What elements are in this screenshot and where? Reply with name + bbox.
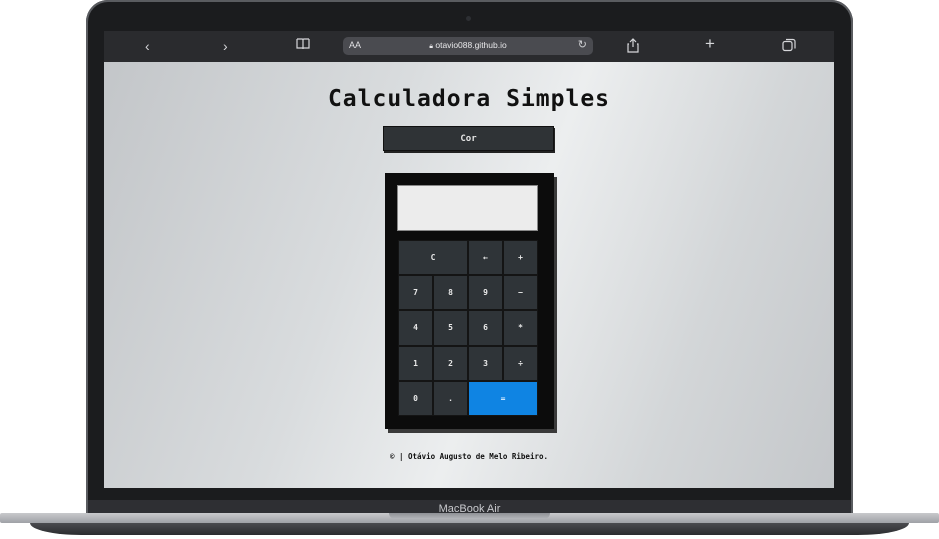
- browser-toolbar: ‹ › AA 🔒︎ otavio088.github.io ↻ +: [104, 31, 834, 62]
- equals-key[interactable]: =: [468, 380, 538, 416]
- reload-icon[interactable]: ↻: [578, 38, 587, 51]
- seven-key[interactable]: 7: [398, 275, 433, 311]
- screen: ‹ › AA 🔒︎ otavio088.github.io ↻ + Calcul…: [104, 31, 834, 488]
- base-underside: [30, 523, 909, 535]
- clear-key[interactable]: C: [398, 240, 468, 276]
- one-key[interactable]: 1: [398, 345, 433, 381]
- camera-icon: [466, 16, 471, 21]
- decimal-key[interactable]: .: [433, 380, 468, 416]
- six-key[interactable]: 6: [468, 310, 503, 346]
- calculator: C ← + 7 8 9 − 4 5 6 * 1 2 3 ÷ 0 . =: [385, 173, 554, 429]
- address-bar[interactable]: AA 🔒︎ otavio088.github.io ↻: [343, 37, 593, 55]
- add-key[interactable]: +: [503, 240, 538, 276]
- calculator-display: [397, 185, 538, 231]
- share-icon[interactable]: [627, 38, 639, 56]
- tabs-icon[interactable]: [782, 38, 796, 55]
- calculator-keypad: C ← + 7 8 9 − 4 5 6 * 1 2 3 ÷ 0 . =: [398, 240, 538, 416]
- lid-opening-notch: [389, 513, 550, 519]
- laptop-base: [0, 513, 939, 539]
- five-key[interactable]: 5: [433, 310, 468, 346]
- backspace-key[interactable]: ←: [468, 240, 503, 276]
- zero-key[interactable]: 0: [398, 380, 433, 416]
- web-page: Calculadora Simples Cor C ← + 7 8 9 − 4 …: [104, 62, 834, 488]
- forward-icon[interactable]: ›: [223, 38, 228, 54]
- url-text: 🔒︎ otavio088.github.io: [343, 40, 593, 51]
- eight-key[interactable]: 8: [433, 275, 468, 311]
- url-label: otavio088.github.io: [435, 40, 507, 50]
- nine-key[interactable]: 9: [468, 275, 503, 311]
- multiply-key[interactable]: *: [503, 310, 538, 346]
- new-tab-icon[interactable]: +: [705, 35, 715, 52]
- lock-icon: 🔒︎: [429, 43, 433, 50]
- page-title: Calculadora Simples: [327, 86, 611, 112]
- two-key[interactable]: 2: [433, 345, 468, 381]
- bookmarks-icon[interactable]: [296, 38, 310, 54]
- footer-credit: © | Otávio Augusto de Melo Ribeiro.: [389, 452, 549, 461]
- color-button[interactable]: Cor: [383, 126, 554, 151]
- four-key[interactable]: 4: [398, 310, 433, 346]
- subtract-key[interactable]: −: [503, 275, 538, 311]
- back-icon[interactable]: ‹: [145, 38, 150, 54]
- three-key[interactable]: 3: [468, 345, 503, 381]
- divide-key[interactable]: ÷: [503, 345, 538, 381]
